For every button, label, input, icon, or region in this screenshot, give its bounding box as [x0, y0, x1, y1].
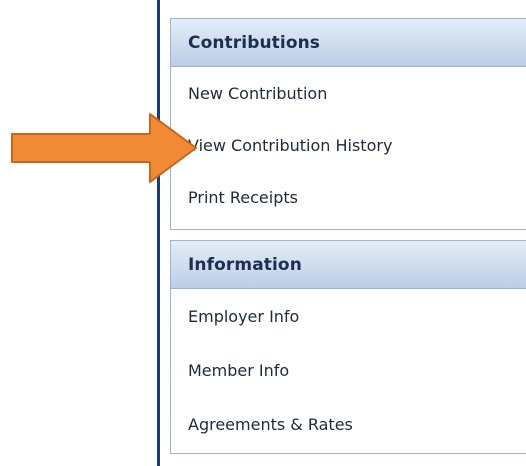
nav-group-title: Contributions	[188, 32, 321, 53]
nav-item-label: Print Receipts	[188, 187, 298, 207]
nav-item-new-contribution[interactable]: New Contribution	[171, 67, 526, 119]
nav-item-view-contribution-history[interactable]: View Contribution History	[171, 119, 526, 171]
nav-item-label: Member Info	[188, 360, 290, 380]
nav-item-employer-info[interactable]: Employer Info	[171, 289, 526, 343]
nav-group-header-contributions[interactable]: Contributions	[171, 19, 526, 67]
nav-item-label: New Contribution	[188, 83, 328, 103]
nav-panel: Contributions New Contribution View Cont…	[164, 0, 526, 466]
nav-group-contributions: Contributions New Contribution View Cont…	[170, 18, 526, 230]
nav-item-agreements-rates[interactable]: Agreements & Rates	[171, 397, 526, 451]
nav-group-header-information[interactable]: Information	[171, 241, 526, 289]
nav-item-label: Employer Info	[188, 306, 300, 326]
nav-group-information: Information Employer Info Member Info Ag…	[170, 240, 526, 454]
right-arrow-icon	[11, 113, 197, 183]
nav-item-member-info[interactable]: Member Info	[171, 343, 526, 397]
screenshot-stage: Contributions New Contribution View Cont…	[0, 0, 526, 466]
nav-panel-border	[157, 0, 160, 466]
nav-group-title: Information	[188, 254, 302, 275]
nav-item-label: View Contribution History	[188, 135, 393, 155]
nav-item-print-receipts[interactable]: Print Receipts	[171, 171, 526, 223]
nav-item-label: Agreements & Rates	[188, 414, 353, 434]
